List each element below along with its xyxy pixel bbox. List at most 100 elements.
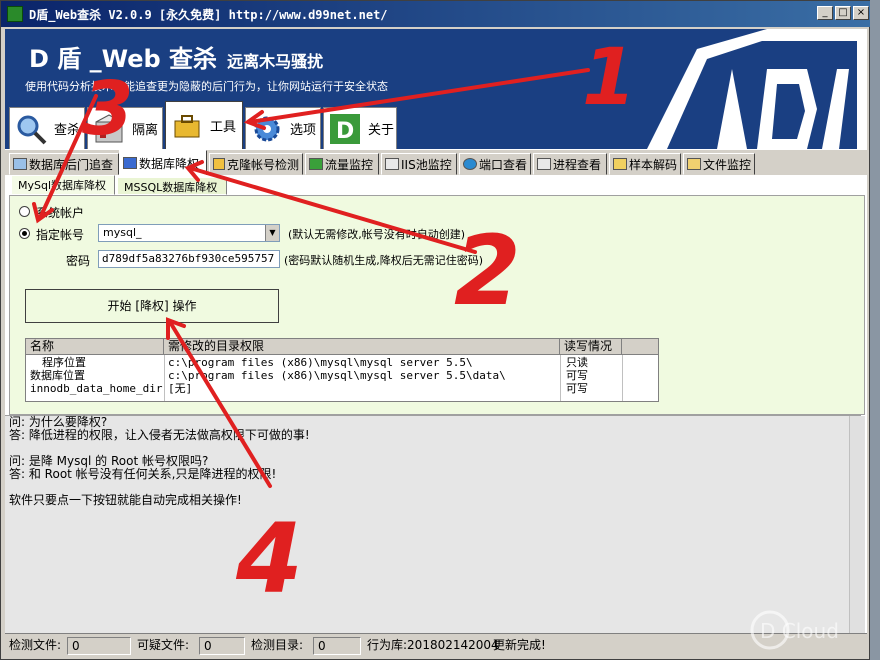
brand-tagline: 远离木马骚扰 [227,52,324,71]
cell-permission: 可写 [566,382,588,395]
subtab-label: 进程查看 [553,157,602,172]
cell-path: c:\program files (x86)\mysql\mysql serve… [168,369,506,382]
minimize-button[interactable]: _ [817,6,833,20]
tab-tools-label: 工具 [210,120,237,135]
gear-icon [254,116,280,141]
close-button[interactable]: × [853,6,869,20]
subtab-label: 克隆帐号检测 [226,157,299,172]
folder-icon [687,158,701,170]
db-icon [13,158,27,170]
password-field[interactable]: d789df5a83276bf930ce595757 [98,250,280,268]
start-privilege-drop-button[interactable]: 开始 [降权] 操作 [25,289,279,323]
column-header[interactable]: 名称 [26,339,164,355]
watermark-logo-icon: D Cloud [750,610,839,650]
chevron-down-icon[interactable]: ▼ [265,225,279,241]
status-bar: 检测文件: 0 可疑文件: 0 检测目录: 0 行为库:201802142004… [5,633,867,657]
subtab-process-view[interactable]: 进程查看 [533,153,607,175]
subtab-label: 端口查看 [478,157,527,172]
subtab-label: 流量监控 [325,157,374,172]
pen-icon [123,157,137,169]
tab-about-label: 关于 [368,123,395,138]
window-title: D盾_Web查杀 V2.0.9 [永久免费] http://www.d99net… [29,8,388,22]
list-icon [537,158,551,170]
subtab-traffic-monitor[interactable]: 流量监控 [305,153,379,175]
subtab-db-privilege-drop[interactable]: 数据库降权 [119,150,207,176]
toolbox-icon [174,114,200,137]
subtab-label: 数据库后门追查 [29,157,114,172]
radio-specified-account[interactable] [19,228,30,239]
d-logo-icon: D [330,113,360,144]
subtab-port-view[interactable]: 端口查看 [459,153,531,175]
subtab-label: IIS池监控 [401,157,452,172]
account-hint: (默认无需修改,帐号没有时自动创建) [288,228,466,241]
detected-files-value: 0 [67,637,131,655]
title-bar[interactable]: D盾_Web查杀 V2.0.9 [永久免费] http://www.d99net… [1,1,871,27]
inner-tab-mysql[interactable]: MySql数据库降权 [11,175,115,195]
table-row[interactable]: innodb_data_home_dir [无] 可写 [26,383,658,396]
subtab-label: 文件监控 [702,157,751,172]
behavior-library-version: 行为库:201802142004 [367,638,499,652]
app-icon [7,6,23,22]
tab-about[interactable]: D 关于 [323,107,397,149]
tab-options-label: 选项 [290,123,317,138]
subtab-clone-account[interactable]: 克隆帐号检测 [209,153,303,175]
cell-path: c:\program files (x86)\mysql\mysql serve… [168,356,473,369]
cell-name: 数据库位置 [30,369,85,382]
cell-name: innodb_data_home_dir [30,382,163,395]
account-select[interactable]: mysql_ ▼ [98,224,280,242]
cell-name: 程序位置 [42,356,86,369]
suspicious-files-value: 0 [199,637,245,655]
column-header[interactable]: 需修改的目录权限 [164,339,560,355]
password-hint: (密码默认随机生成,降权后无需记住密码) [284,254,484,267]
table-header: 名称 需修改的目录权限 读写情况 [26,339,658,355]
subtab-iis-pool[interactable]: IIS池监控 [381,153,457,175]
subtab-file-monitor[interactable]: 文件监控 [683,153,755,175]
banner-brand: D 盾 _Web 查杀 远离木马骚扰 [29,39,323,74]
magnifier-icon [17,115,47,144]
banner-slogan: 使用代码分析技术，能追查更为隐蔽的后门行为，让你网站运行于安全状态 [25,80,388,93]
detected-dirs-value: 0 [313,637,361,655]
log-scrollbar[interactable] [849,416,865,634]
subtab-label: 样本解码 [628,157,677,172]
svg-text:D: D [336,119,354,144]
box-icon [95,113,123,142]
cell-path: [无] [168,382,193,395]
info-log-area[interactable]: 问: 为什么要降权? 答: 降低进程的权限，让入侵者无法做高权限下可做的事! 问… [5,415,865,634]
suspicious-files-label: 可疑文件: [137,638,190,652]
radio-system-label: 系统帐户 [36,206,85,220]
radio-system-account[interactable] [19,206,30,217]
tools-subtab-strip: 数据库后门追查 数据库降权 克隆帐号检测 流量监控 IIS池监控 端口查看 进程… [5,149,867,176]
column-header[interactable]: 读写情况 [560,339,622,355]
tab-quarantine-label: 隔离 [132,123,159,138]
update-status: 更新完成! [493,638,546,652]
mysql-privilege-panel: 系统帐户 指定帐号 mysql_ ▼ (默认无需修改,帐号没有时自动创建) 密码… [9,195,865,415]
cell-permission: 只读 [566,356,588,369]
radio-specified-label: 指定帐号 [36,228,85,242]
detected-files-label: 检测文件: [9,638,62,652]
background-gutter [870,0,880,660]
tag-icon [613,158,627,170]
globe-icon [463,158,477,170]
log-line: 软件只要点一下按钮就能自动完成相关操作! [9,493,242,507]
permission-table: 名称 需修改的目录权限 读写情况 程序位置 c:\program files (… [25,338,659,402]
key-icon [213,158,225,170]
inner-tab-mssql[interactable]: MSSQL数据库降权 [117,177,227,195]
maximize-button[interactable]: □ [835,6,851,20]
detected-dirs-label: 检测目录: [251,638,304,652]
subtab-sample-decode[interactable]: 样本解码 [609,153,681,175]
tab-scan[interactable]: 查杀 [9,107,85,149]
d-shield-logo-icon [567,29,867,149]
brand-name: D 盾 _Web 查杀 [29,45,218,73]
tab-scan-label: 查杀 [54,123,81,138]
tab-options[interactable]: 选项 [245,107,321,149]
watermark-text: D Cloud [760,619,839,643]
content-area: MySql数据库降权 MSSQL数据库降权 系统帐户 指定帐号 mysql_ ▼… [5,175,867,634]
tab-quarantine[interactable]: 隔离 [87,107,163,149]
app-window: D盾_Web查杀 V2.0.9 [永久免费] http://www.d99net… [0,0,871,660]
subtab-label: 数据库降权 [139,156,200,171]
tab-tools[interactable]: 工具 [165,101,243,149]
subtab-db-backdoor[interactable]: 数据库后门追查 [9,153,119,175]
log-line: 答: 和 Root 帐号没有任何关系,只是降进程的权限! [9,467,277,481]
document-icon [385,158,399,170]
chart-icon [309,158,323,170]
